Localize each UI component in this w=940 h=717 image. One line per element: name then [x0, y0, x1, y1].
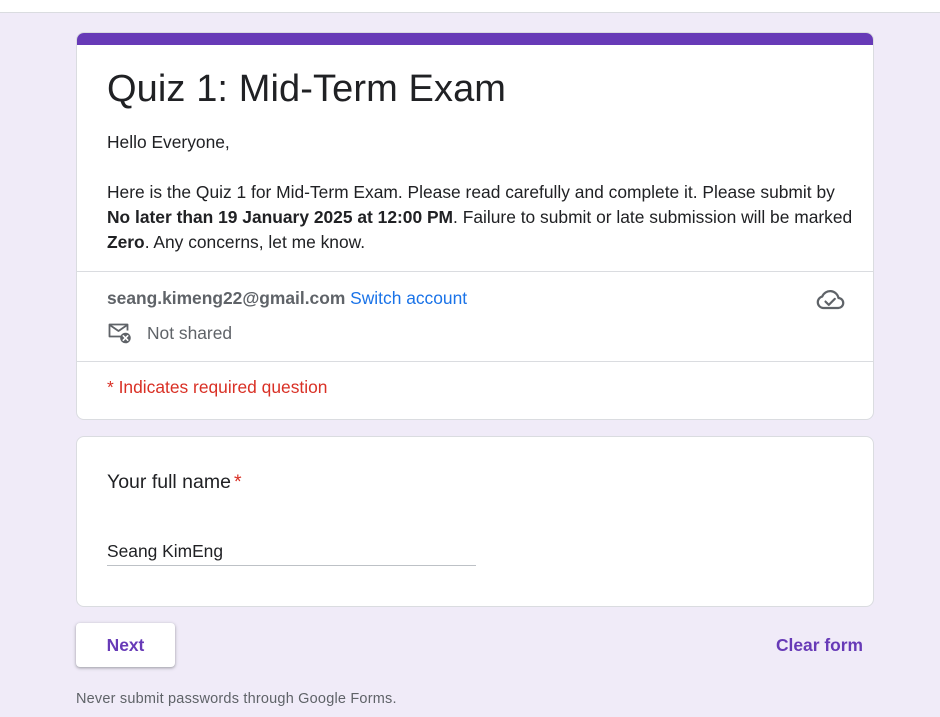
- description-penalty: Zero: [107, 232, 145, 252]
- browser-top-strip: [0, 0, 940, 13]
- form-title: Quiz 1: Mid-Term Exam: [107, 68, 507, 110]
- account-row: seang.kimeng22@gmail.com Switch account: [107, 287, 467, 309]
- description-text-2: . Failure to submit or late submission w…: [453, 207, 853, 227]
- mail-not-shared-icon: [108, 323, 131, 344]
- divider: [77, 271, 873, 272]
- account-email: seang.kimeng22@gmail.com: [107, 288, 346, 308]
- divider: [77, 361, 873, 362]
- question-label: Your full name *: [107, 471, 242, 494]
- required-question-note: * Indicates required question: [107, 377, 328, 397]
- description-text-1: Here is the Quiz 1 for Mid-Term Exam. Pl…: [107, 182, 835, 202]
- description-greeting: Hello Everyone,: [107, 132, 230, 152]
- full-name-input[interactable]: [107, 537, 476, 566]
- sharing-status-text: Not shared: [147, 322, 233, 343]
- description-body: Here is the Quiz 1 for Mid-Term Exam. Pl…: [107, 180, 857, 255]
- description-text-3: . Any concerns, let me know.: [144, 232, 366, 252]
- sharing-status-row: Not shared: [107, 321, 232, 345]
- next-button[interactable]: Next: [76, 623, 175, 667]
- question-title: Your full name: [107, 471, 231, 493]
- description-deadline: No later than 19 January 2025 at 12:00 P…: [107, 207, 454, 227]
- question-card: Your full name *: [76, 436, 874, 607]
- required-asterisk: *: [233, 471, 242, 493]
- form-description: Hello Everyone, Here is the Quiz 1 for M…: [107, 130, 857, 255]
- accent-bar: [77, 33, 873, 45]
- switch-account-link[interactable]: Switch account: [350, 288, 467, 308]
- footer-disclaimer: Never submit passwords through Google Fo…: [76, 691, 397, 707]
- clear-form-button[interactable]: Clear form: [766, 623, 873, 667]
- cloud-done-icon: [816, 290, 845, 310]
- form-header-card: Quiz 1: Mid-Term Exam Hello Everyone, He…: [76, 32, 874, 420]
